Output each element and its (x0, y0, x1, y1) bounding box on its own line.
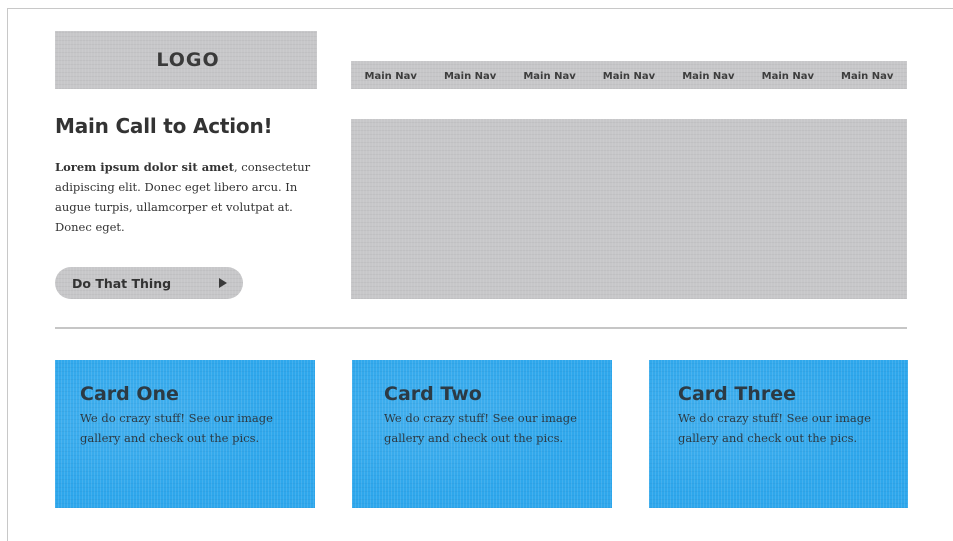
card-text: We do crazy stuff! See our image gallery… (384, 411, 577, 445)
section-divider (55, 327, 907, 329)
card-one[interactable]: Card One We do crazy stuff! See our imag… (55, 360, 315, 508)
card-text: We do crazy stuff! See our image gallery… (678, 411, 871, 445)
nav-item-1[interactable]: Main Nav (365, 69, 417, 82)
play-icon (219, 278, 227, 288)
nav-item-6[interactable]: Main Nav (762, 69, 814, 82)
card-three[interactable]: Card Three We do crazy stuff! See our im… (649, 360, 908, 508)
logo-text: LOGO (156, 49, 220, 71)
main-nav: Main Nav Main Nav Main Nav Main Nav Main… (351, 61, 907, 89)
card-two[interactable]: Card Two We do crazy stuff! See our imag… (352, 360, 612, 508)
cta-heading: Main Call to Action! (55, 114, 273, 138)
wireframe-border-top (7, 8, 953, 9)
do-that-thing-button[interactable]: Do That Thing (55, 267, 243, 299)
hero-image-placeholder (351, 119, 907, 299)
cta-body-bold: Lorem ipsum dolor sit amet (55, 160, 234, 174)
card-title: Card One (80, 383, 179, 405)
card-title: Card Three (678, 383, 796, 405)
nav-item-2[interactable]: Main Nav (444, 69, 496, 82)
cta-button-label: Do That Thing (72, 275, 172, 291)
card-title: Card Two (384, 383, 482, 405)
cta-body: Lorem ipsum dolor sit amet, consectetur … (55, 157, 321, 237)
nav-item-4[interactable]: Main Nav (603, 69, 655, 82)
nav-item-7[interactable]: Main Nav (841, 69, 893, 82)
logo[interactable]: LOGO (55, 31, 317, 89)
nav-item-3[interactable]: Main Nav (523, 69, 575, 82)
wireframe-border-left (7, 8, 8, 541)
nav-item-5[interactable]: Main Nav (682, 69, 734, 82)
card-text: We do crazy stuff! See our image gallery… (80, 411, 273, 445)
